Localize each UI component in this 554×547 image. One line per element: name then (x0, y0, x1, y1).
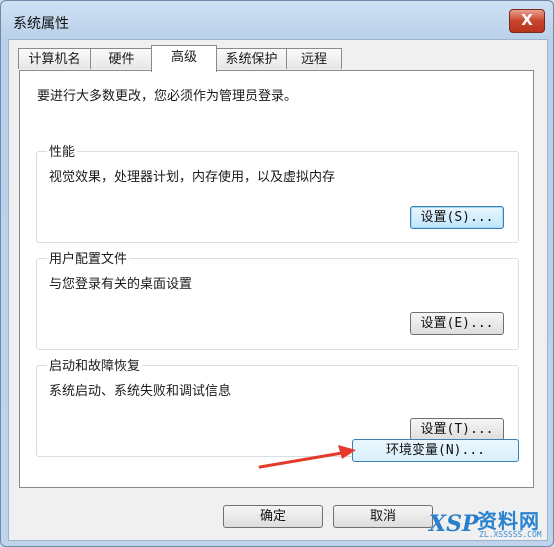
cancel-button[interactable]: 取消 (333, 505, 433, 528)
tab-remote[interactable]: 远程 (286, 48, 342, 69)
startup-recovery-title: 启动和故障恢复 (47, 355, 143, 374)
tab-system-protection[interactable]: 系统保护 (216, 48, 287, 69)
close-button[interactable]: X (509, 9, 545, 33)
performance-settings-button[interactable]: 设置(S)... (410, 206, 504, 229)
tab-hardware[interactable]: 硬件 (90, 48, 153, 69)
window-title: 系统属性 (13, 16, 69, 32)
close-icon: X (521, 11, 533, 29)
tab-label: 硬件 (108, 52, 135, 67)
performance-description: 视觉效果，处理器计划，内存使用，以及虚拟内存 (49, 170, 336, 185)
tab-label: 高级 (170, 50, 197, 65)
tab-computer-name[interactable]: 计算机名 (18, 48, 91, 69)
watermark-url: ZL.XSSSSS.COM (479, 530, 542, 539)
tab-label: 远程 (300, 52, 327, 67)
performance-title: 性能 (47, 141, 78, 160)
advanced-tab-panel: 要进行大多数更改，您必须作为管理员登录。 性能 视觉效果，处理器计划，内存使用，… (19, 70, 534, 488)
watermark: XSP 资料网 ZL.XSSSSS.COM (429, 503, 553, 545)
system-properties-window: 系统属性 X 计算机名 硬件 高级 系统保护 远程 要进行大多数更改，您必须作为… (0, 0, 554, 547)
startup-recovery-description: 系统启动、系统失败和调试信息 (49, 384, 232, 399)
red-arrow-annotation (258, 445, 356, 469)
ok-button[interactable]: 确定 (223, 505, 323, 528)
admin-notice: 要进行大多数更改，您必须作为管理员登录。 (37, 89, 298, 104)
startup-recovery-settings-button[interactable]: 设置(T)... (410, 418, 504, 441)
tab-advanced[interactable]: 高级 (151, 45, 217, 72)
environment-variables-button[interactable]: 环境变量(N)... (352, 439, 519, 462)
tab-label: 计算机名 (28, 52, 81, 67)
performance-group: 性能 视觉效果，处理器计划，内存使用，以及虚拟内存 设置(S)... (36, 141, 519, 243)
user-profiles-settings-button[interactable]: 设置(E)... (410, 312, 504, 335)
user-profiles-group: 用户配置文件 与您登录有关的桌面设置 设置(E)... (36, 248, 519, 350)
user-profiles-title: 用户配置文件 (47, 248, 130, 267)
watermark-logo: XSP (429, 511, 479, 537)
tab-label: 系统保护 (225, 52, 278, 67)
user-profiles-description: 与您登录有关的桌面设置 (49, 277, 193, 292)
